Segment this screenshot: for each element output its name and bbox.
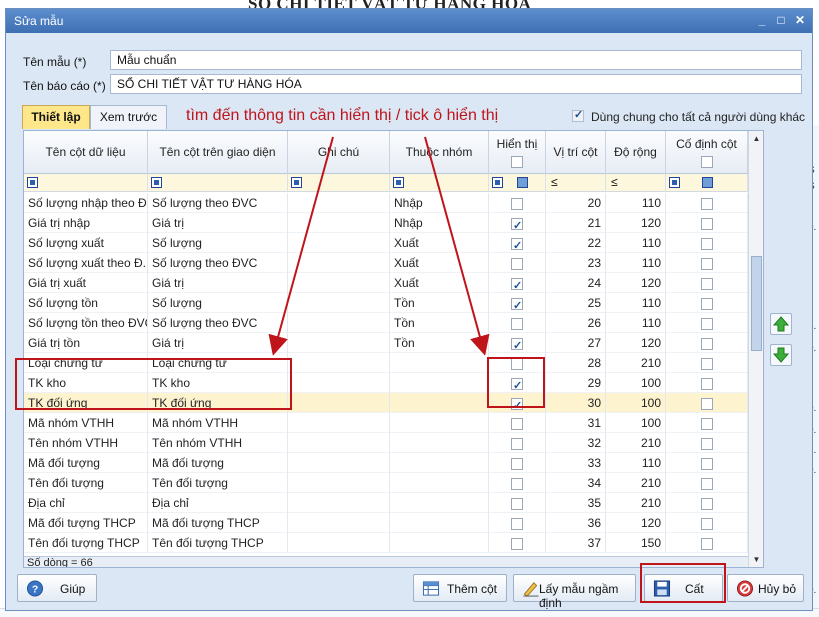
arrow-to-rows: [268, 136, 334, 356]
annotation-arrows: [268, 136, 490, 356]
arrow-to-checkbox: [424, 136, 490, 356]
